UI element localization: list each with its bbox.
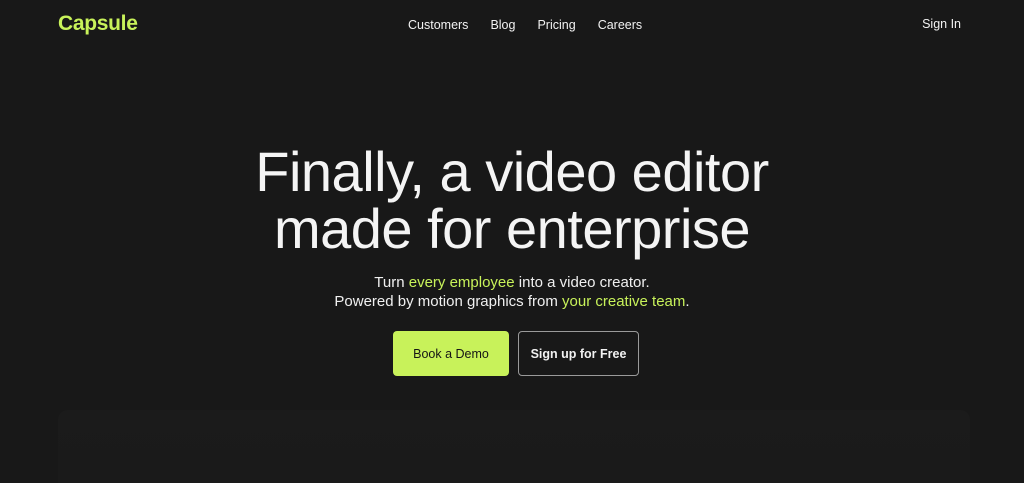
nav-item-blog[interactable]: Blog: [490, 18, 515, 32]
hero-subtitle: Turn every employee into a video creator…: [0, 273, 1024, 311]
subtitle-highlight-creative-team: your creative team: [562, 293, 686, 310]
book-demo-button[interactable]: Book a Demo: [393, 331, 509, 376]
subtitle-line-1-suffix: into a video creator.: [514, 274, 650, 291]
subtitle-highlight-employee: every employee: [408, 274, 515, 291]
nav-item-careers[interactable]: Careers: [598, 18, 642, 32]
subtitle-line-1-prefix: Turn: [374, 274, 409, 291]
cta-group: Book a Demo Sign up for Free: [393, 331, 639, 376]
subtitle-line-2-prefix: Powered by motion graphics from: [334, 293, 563, 310]
sign-in-link[interactable]: Sign In: [922, 17, 961, 31]
nav-item-pricing[interactable]: Pricing: [537, 18, 575, 32]
hero-title: Finally, a video editor made for enterpr…: [0, 143, 1024, 257]
hero-title-line-2: made for enterprise: [273, 197, 751, 260]
main-nav: Customers Blog Pricing Careers: [408, 18, 642, 32]
hero-title-line-1: Finally, a video editor: [255, 140, 769, 203]
capsule-logo[interactable]: Capsule: [58, 12, 138, 36]
nav-item-customers[interactable]: Customers: [408, 18, 468, 32]
hero-section: Finally, a video editor made for enterpr…: [0, 143, 1024, 311]
product-preview-area: [58, 410, 970, 483]
subtitle-line-2-suffix: .: [685, 293, 690, 310]
sign-up-free-button[interactable]: Sign up for Free: [518, 331, 639, 376]
